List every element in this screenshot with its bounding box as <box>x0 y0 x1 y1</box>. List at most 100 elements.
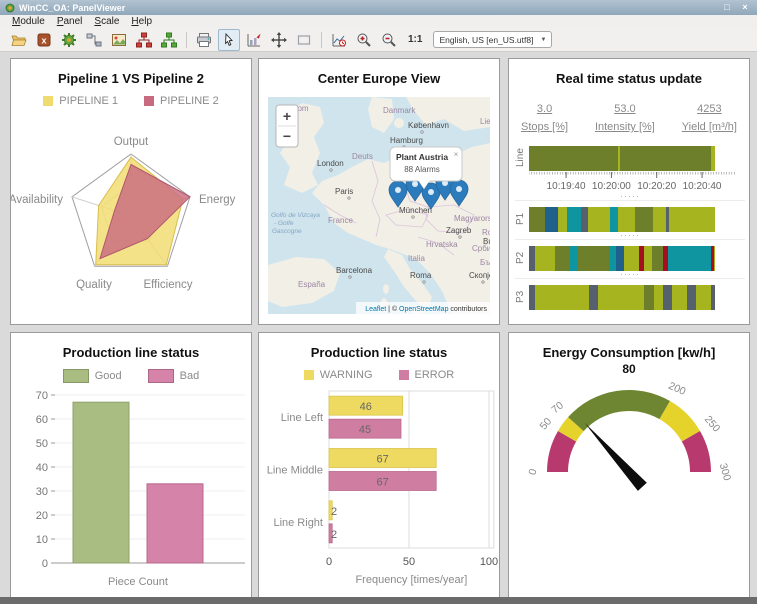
svg-text:10: 10 <box>36 534 48 546</box>
panel-status: Real time status update 3.0 Stops [%] 53… <box>508 58 750 325</box>
maximize-button[interactable]: □ <box>720 1 734 14</box>
panel-gauge: Energy Consumption [kw/h] 80 05070200250… <box>508 332 750 599</box>
svg-text:Скопје: Скопје <box>469 271 490 280</box>
kpi-value[interactable]: 4253 <box>697 103 721 115</box>
row-separator <box>515 234 745 243</box>
svg-text:50: 50 <box>538 416 555 433</box>
language-value: English, US [en_US.utf8] <box>439 35 533 45</box>
status-segment <box>529 207 545 232</box>
status-bar <box>529 207 715 232</box>
toolbar-separator <box>321 32 322 48</box>
toolbar-chart-tool-button[interactable] <box>243 29 265 51</box>
hbar-chart: Line Left4645Line Middle6767Line Right22… <box>259 385 499 595</box>
zoom-out-button[interactable]: − <box>283 128 291 144</box>
kpi-value[interactable]: 3.0 <box>537 103 552 115</box>
zoom-in-button[interactable]: + <box>283 108 291 124</box>
kpi-intensity: 53.0 Intensity [%] <box>595 103 655 133</box>
toolbar-zoom-in-button[interactable] <box>353 29 375 51</box>
status-segment <box>669 207 715 232</box>
kpi-value[interactable]: 53.0 <box>614 103 635 115</box>
map-attribution[interactable]: Leaflet | © OpenStreetMap contributors <box>365 305 487 313</box>
menu-module[interactable]: Module <box>6 16 51 27</box>
zoom-ratio-label: 1:1 <box>408 34 422 45</box>
window-bottom-edge <box>0 597 757 604</box>
status-segment <box>618 207 635 232</box>
legend-label: Bad <box>180 370 200 382</box>
status-segment <box>624 246 639 271</box>
panel-title: Pipeline 1 VS Pipeline 2 <box>11 71 251 86</box>
svg-text:Plant Austria: Plant Austria <box>396 152 448 162</box>
status-segment <box>558 207 567 232</box>
row-label: P3 <box>515 284 529 310</box>
tree-green-icon <box>161 32 177 48</box>
status-segment <box>663 285 672 310</box>
kpi-row: 3.0 Stops [%] 53.0 Intensity [%] 4253 Yi… <box>509 103 749 133</box>
legend-label: PIPELINE 2 <box>160 95 219 107</box>
panel-piece-count: Production line status Good Bad 01020304… <box>10 332 252 599</box>
status-segment <box>535 246 555 271</box>
status-segment <box>535 285 589 310</box>
window-title: WinCC_OA: PanelViewer <box>19 3 125 13</box>
status-segment <box>567 207 581 232</box>
toolbar-module-tree-green-button[interactable] <box>158 29 180 51</box>
bar-bad <box>147 484 203 563</box>
exit-icon: x <box>36 32 52 48</box>
status-row-p2: P2 <box>515 245 745 271</box>
kpi-label[interactable]: Yield [m³/h] <box>682 121 737 133</box>
svg-text:Magyarország: Magyarország <box>454 214 490 223</box>
language-select[interactable]: English, US [en_US.utf8] ▼ <box>433 31 552 48</box>
toolbar-select-mode-button[interactable] <box>218 29 240 51</box>
status-segment <box>672 285 687 310</box>
svg-text:100: 100 <box>480 556 498 568</box>
toolbar-zoom-out-button[interactable] <box>378 29 400 51</box>
picture-icon <box>111 32 127 48</box>
panel-title: Real time status update <box>509 71 749 86</box>
toolbar-open-panel-button[interactable] <box>8 29 30 51</box>
status-row-p1: P1 <box>515 206 745 232</box>
legend-label: ERROR <box>415 369 455 381</box>
svg-text:Golfo de Vizcaya: Golfo de Vizcaya <box>271 212 320 219</box>
toolbar-exit-module-button[interactable]: x <box>33 29 55 51</box>
svg-text:Frequency [times/year]: Frequency [times/year] <box>355 574 467 586</box>
toolbar-connection-button[interactable] <box>83 29 105 51</box>
svg-text:España: España <box>298 280 326 289</box>
menu-panel[interactable]: Panel <box>51 16 89 27</box>
svg-text:0: 0 <box>526 467 539 476</box>
toolbar-pan-mode-button[interactable] <box>268 29 290 51</box>
time-axis: 10:19:4010:20:0010:20:2010:20:40 <box>529 171 737 193</box>
radar-legend: PIPELINE 1 PIPELINE 2 <box>11 95 251 107</box>
europe-map[interactable]: KingdomDanmarkKøbenhavnLietuvHamburgDeut… <box>268 97 490 314</box>
row-label: Line <box>515 145 529 171</box>
toolbar-zoom-rect-button[interactable] <box>293 29 315 51</box>
status-segment <box>588 207 610 232</box>
row-separator <box>515 273 745 282</box>
toolbar-trend-tool-button[interactable] <box>328 29 350 51</box>
panel-line-status: Production line status WARNING ERROR Lin… <box>258 332 500 599</box>
toolbar-print-button[interactable] <box>193 29 215 51</box>
toolbar-panel-gallery-button[interactable] <box>108 29 130 51</box>
cursor-icon <box>221 32 237 48</box>
close-button[interactable]: × <box>738 1 752 14</box>
radar-chart: OutputEnergyEfficiencyQualityAvailabilit… <box>11 111 251 311</box>
toolbar-module-tree-red-button[interactable] <box>133 29 155 51</box>
svg-text:Danmark: Danmark <box>383 106 416 115</box>
nodes-icon <box>86 32 102 48</box>
status-segment <box>687 285 696 310</box>
kpi-label[interactable]: Stops [%] <box>521 121 568 133</box>
menu-scale[interactable]: Scale <box>88 16 125 27</box>
svg-text:0: 0 <box>42 558 48 570</box>
svg-text:Line Right: Line Right <box>273 517 323 529</box>
svg-text:70: 70 <box>549 399 566 416</box>
menu-help[interactable]: Help <box>125 16 158 27</box>
status-segment <box>545 207 558 232</box>
kpi-label[interactable]: Intensity [%] <box>595 121 655 133</box>
svg-text:Buc: Buc <box>483 237 490 246</box>
toolbar-settings-button[interactable] <box>58 29 80 51</box>
status-bar <box>529 146 715 171</box>
zoom-out-icon <box>381 32 397 48</box>
popup-close-icon[interactable]: × <box>454 150 459 159</box>
svg-text:London: London <box>317 159 344 168</box>
bar-legend: Good Bad <box>11 369 251 383</box>
legend-swatch <box>63 369 89 383</box>
svg-text:Hrvatska: Hrvatska <box>426 240 458 249</box>
